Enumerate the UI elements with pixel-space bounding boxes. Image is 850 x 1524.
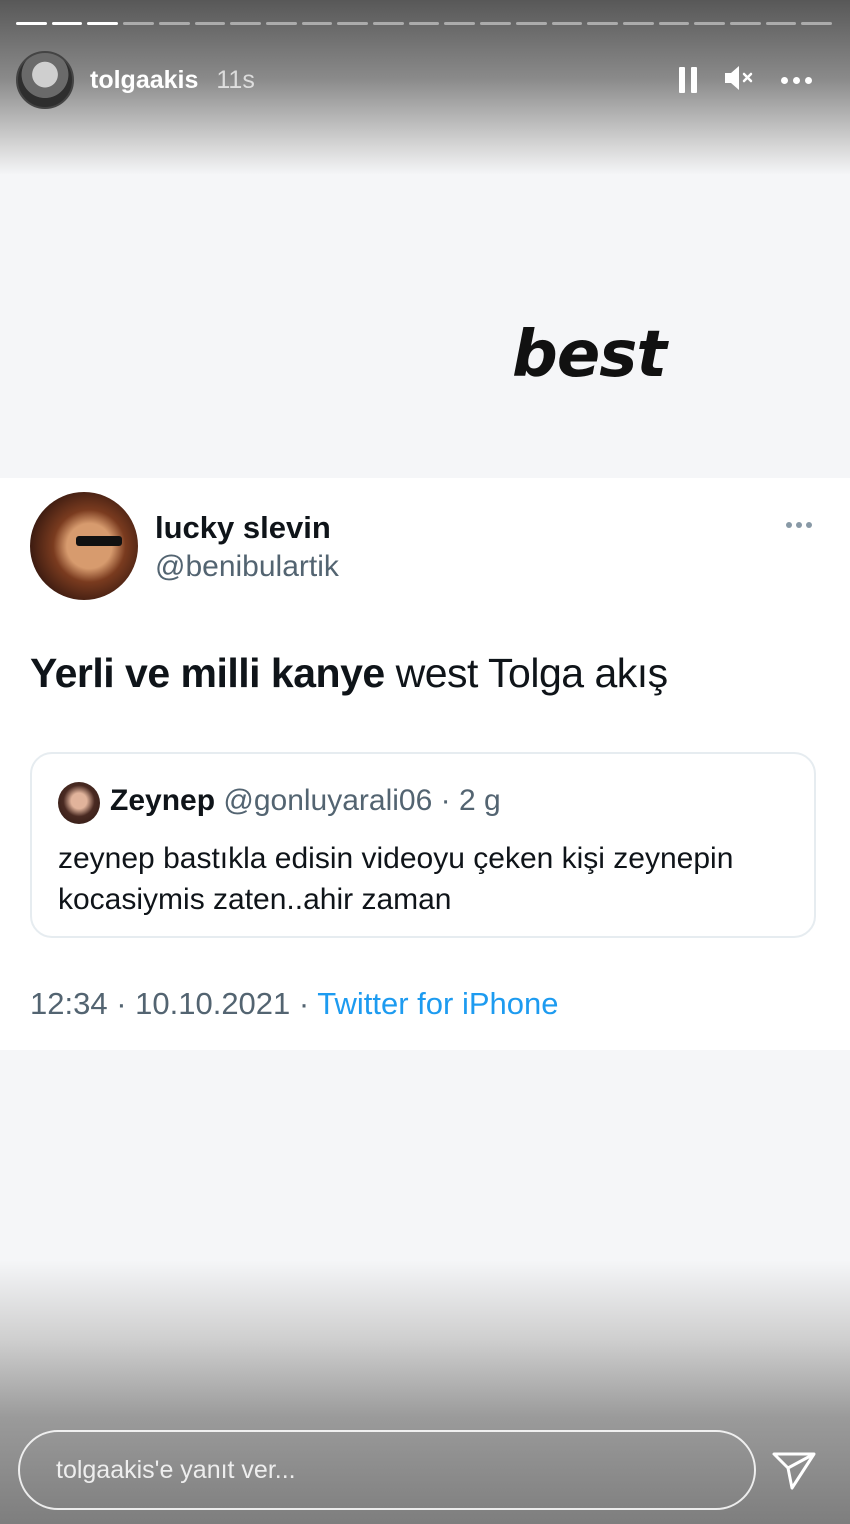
progress-segment bbox=[551, 22, 583, 25]
progress-segment bbox=[622, 22, 654, 25]
more-icon[interactable] bbox=[781, 76, 812, 84]
quoted-tweet[interactable]: Zeynep @gonluyarali06 · 2 g zeynep bastı… bbox=[30, 752, 816, 938]
tweet-text-bold: Yerli ve milli kanye bbox=[30, 650, 385, 696]
tweet-datetime: 12:34 · 10.10.2021 · bbox=[30, 986, 318, 1021]
progress-segment bbox=[158, 22, 190, 25]
progress-segment bbox=[87, 22, 119, 25]
progress-segment bbox=[730, 22, 761, 25]
progress-segment bbox=[194, 22, 226, 25]
tweet-display-name[interactable]: lucky slevin bbox=[155, 510, 331, 546]
tweet-handle[interactable]: @benibulartik bbox=[155, 550, 339, 584]
quote-header: Zeynep @gonluyarali06 · 2 g bbox=[110, 784, 501, 818]
quote-text: zeynep bastıkla edisin videoyu çeken kiş… bbox=[58, 842, 734, 916]
progress-segment bbox=[658, 22, 690, 25]
progress-segment bbox=[230, 22, 261, 25]
progress-segment bbox=[694, 22, 726, 25]
tweet-card: lucky slevin @benibulartik Yerli ve mill… bbox=[0, 478, 850, 1050]
progress-segment bbox=[765, 22, 797, 25]
progress-segment bbox=[444, 22, 476, 25]
send-icon[interactable] bbox=[770, 1446, 818, 1494]
quote-meta: @gonluyarali06 · 2 g bbox=[215, 784, 501, 817]
progress-segment bbox=[301, 22, 333, 25]
reply-input[interactable] bbox=[56, 1455, 696, 1485]
story-timestamp: 11s bbox=[216, 65, 255, 94]
progress-segment bbox=[337, 22, 369, 25]
progress-segment bbox=[16, 22, 47, 25]
progress-segment bbox=[123, 22, 154, 25]
story-caption: best bbox=[512, 318, 667, 392]
progress-segment bbox=[801, 22, 833, 25]
story-username[interactable]: tolgaakis bbox=[90, 66, 198, 95]
progress-segment bbox=[373, 22, 404, 25]
tweet-avatar[interactable] bbox=[30, 492, 138, 600]
tweet-more-icon[interactable] bbox=[786, 522, 812, 528]
progress-segment bbox=[408, 22, 440, 25]
reply-bar bbox=[18, 1430, 756, 1510]
tweet-footer: 12:34 · 10.10.2021 · Twitter for iPhone bbox=[30, 986, 558, 1022]
tweet-text: Yerli ve milli kanye west Tolga akış bbox=[30, 650, 668, 697]
story-controls bbox=[679, 64, 812, 97]
progress-segment bbox=[265, 22, 297, 25]
progress-segment bbox=[587, 22, 618, 25]
avatar[interactable] bbox=[16, 51, 74, 109]
progress-segment bbox=[515, 22, 547, 25]
progress-segment bbox=[480, 22, 511, 25]
tweet-source-link[interactable]: Twitter for iPhone bbox=[317, 986, 558, 1021]
quote-avatar bbox=[58, 782, 100, 824]
progress-segment bbox=[51, 22, 83, 25]
mute-icon[interactable] bbox=[723, 64, 755, 97]
story-progress-bar bbox=[16, 22, 833, 26]
tweet-text-rest: west Tolga akış bbox=[384, 650, 669, 696]
story-header: tolgaakis 11s bbox=[16, 50, 834, 110]
pause-icon[interactable] bbox=[679, 67, 697, 93]
quote-name: Zeynep bbox=[110, 784, 216, 817]
